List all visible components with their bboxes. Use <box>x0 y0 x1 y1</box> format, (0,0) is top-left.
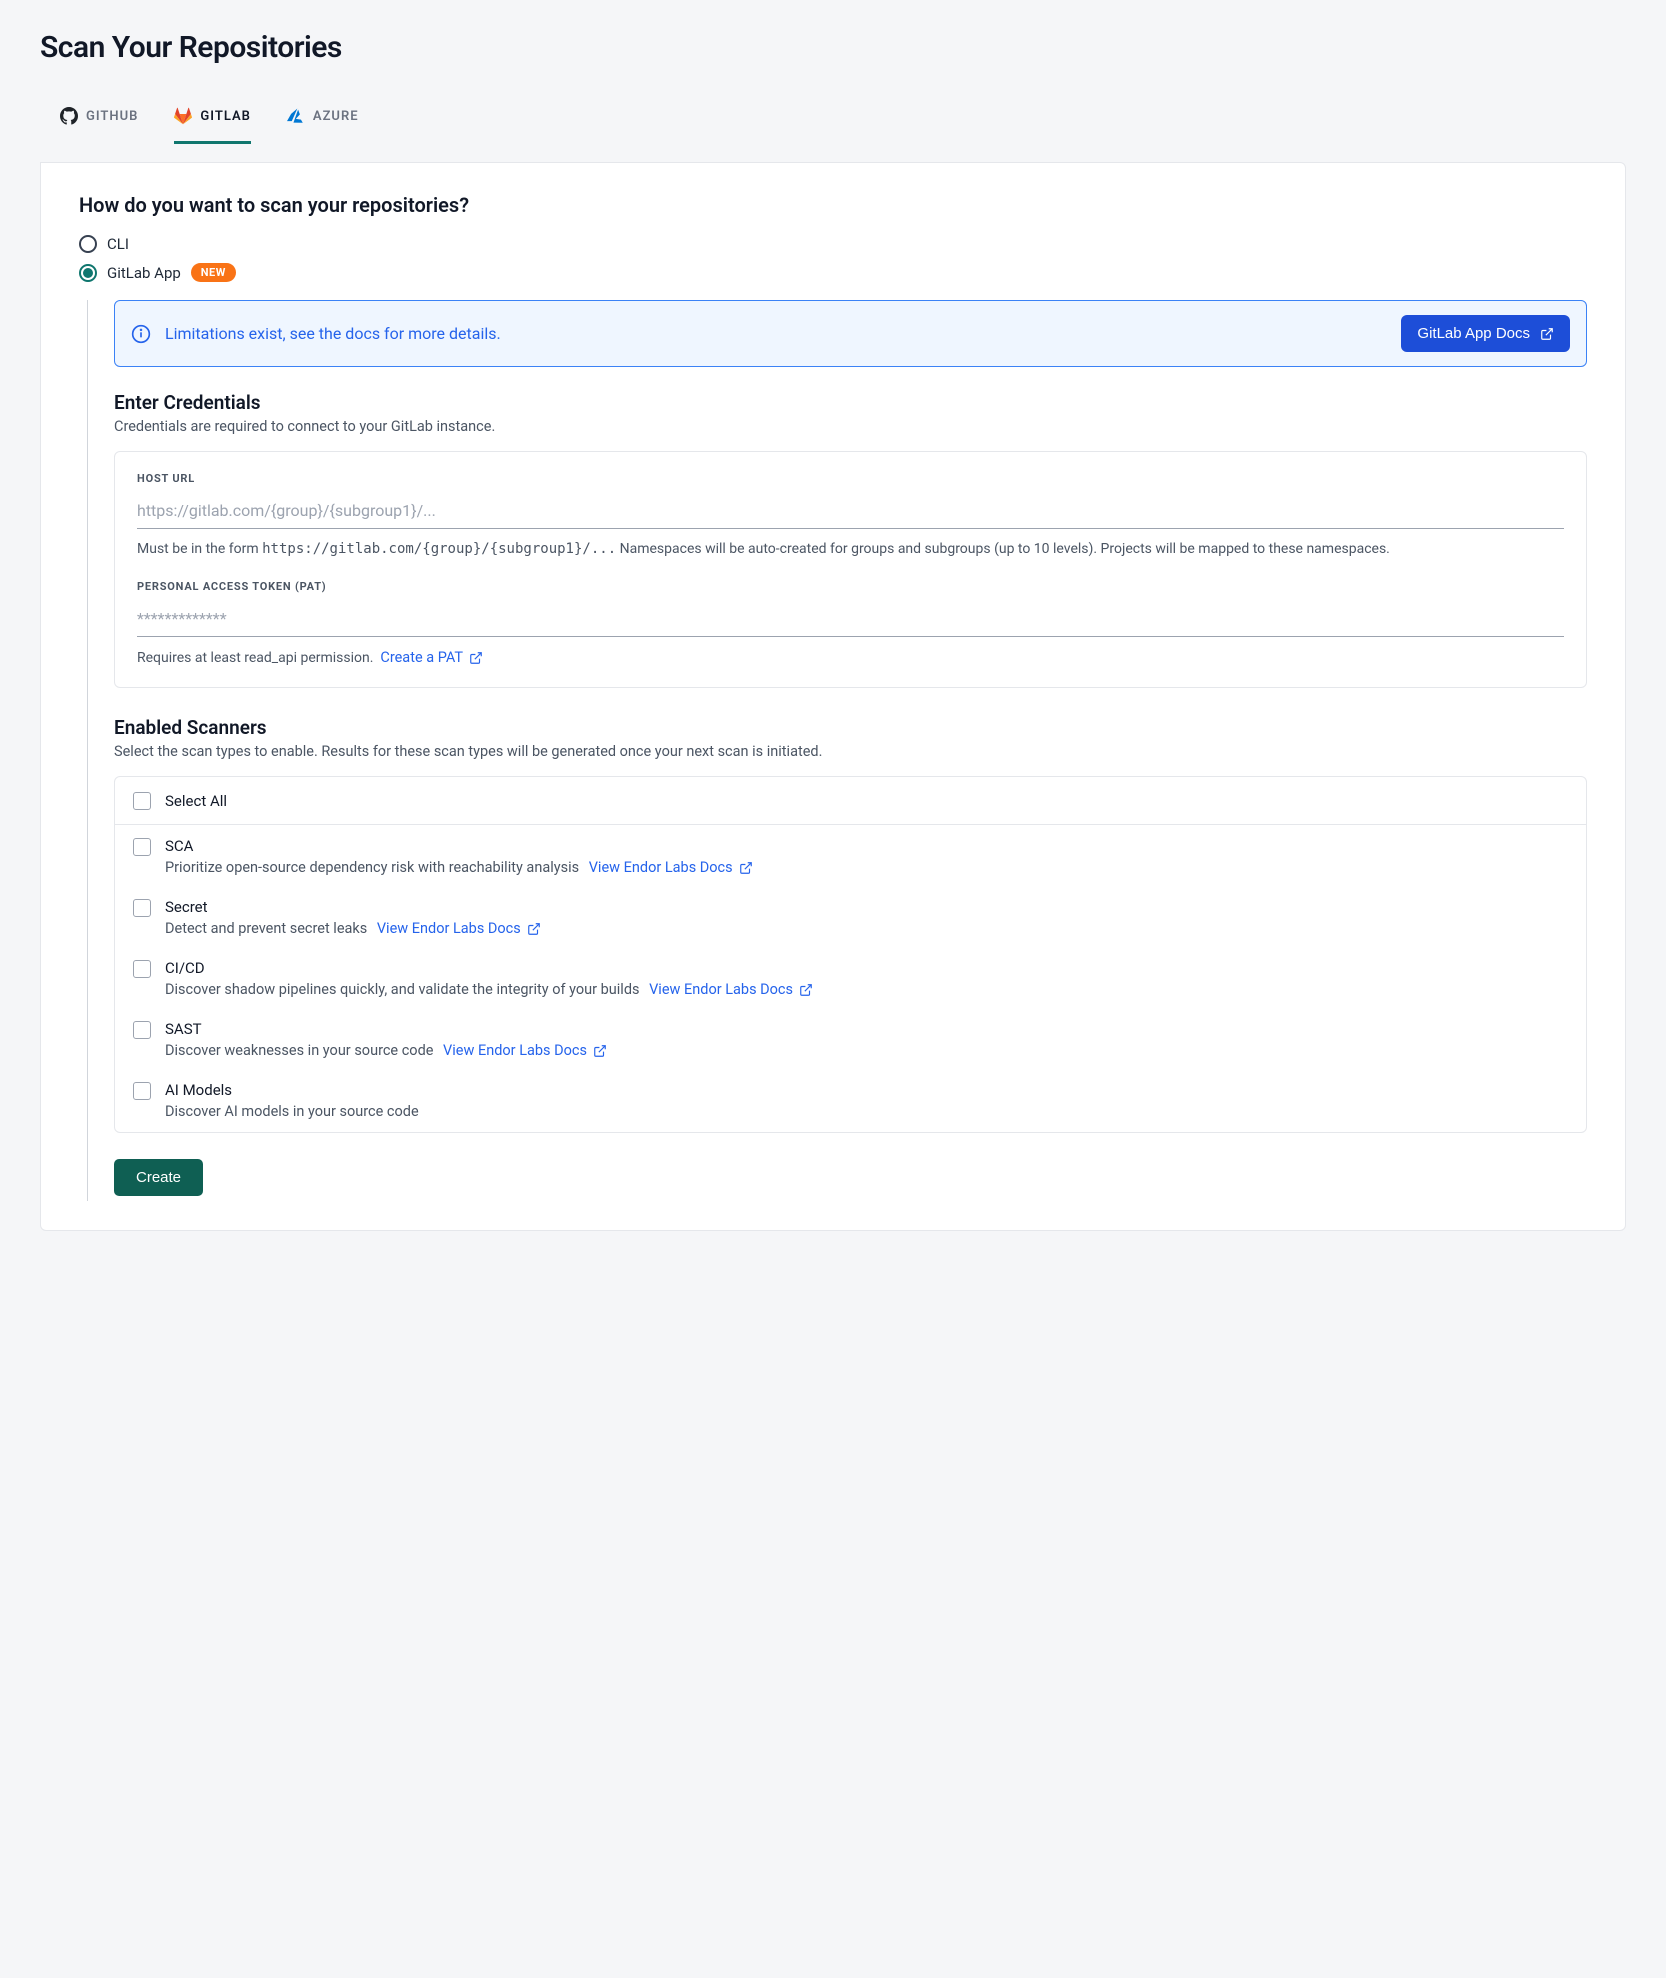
config-card: How do you want to scan your repositorie… <box>40 162 1626 1231</box>
create-pat-link[interactable]: Create a PAT <box>380 647 483 669</box>
pat-label: PERSONAL ACCESS TOKEN (PAT) <box>137 580 1564 593</box>
host-url-input[interactable] <box>137 495 1564 529</box>
scanners-desc: Select the scan types to enable. Results… <box>114 743 1587 760</box>
tab-github[interactable]: GITHUB <box>60 95 138 144</box>
scanner-name: AI Models <box>165 1081 1568 1099</box>
external-link-icon <box>527 922 541 936</box>
view-docs-link[interactable]: View Endor Labs Docs <box>649 981 813 998</box>
scanner-select-all-row: Select All <box>115 777 1586 825</box>
scanners-box: Select All SCA Prioritize open-source dep… <box>114 776 1587 1133</box>
view-docs-link[interactable]: View Endor Labs Docs <box>443 1042 607 1059</box>
external-link-icon <box>1540 327 1554 341</box>
scanner-name: SCA <box>165 837 1568 855</box>
tab-azure[interactable]: AZURE <box>287 95 359 144</box>
scanner-checkbox[interactable] <box>133 960 151 978</box>
credentials-desc: Credentials are required to connect to y… <box>114 418 1587 435</box>
scanner-name: CI/CD <box>165 959 1568 977</box>
gitlab-icon <box>174 107 192 125</box>
scanner-desc: Detect and prevent secret leaks View End… <box>165 920 1568 937</box>
scanner-checkbox[interactable] <box>133 838 151 856</box>
radio-cli-input[interactable] <box>79 235 97 253</box>
external-link-icon <box>739 861 753 875</box>
info-icon <box>131 324 151 344</box>
radio-gitlab-app-label: GitLab App <box>107 264 181 282</box>
credentials-box: HOST URL Must be in the form https://git… <box>114 451 1587 688</box>
provider-tabs: GITHUB GITLAB AZURE <box>40 95 1626 144</box>
scanner-row: CI/CD Discover shadow pipelines quickly, … <box>115 949 1586 1010</box>
scanner-desc: Discover weaknesses in your source code … <box>165 1042 1568 1059</box>
host-url-help: Must be in the form https://gitlab.com/{… <box>137 539 1564 560</box>
view-docs-link[interactable]: View Endor Labs Docs <box>377 920 541 937</box>
radio-cli[interactable]: CLI <box>79 235 1587 253</box>
create-button[interactable]: Create <box>114 1159 203 1196</box>
tab-github-label: GITHUB <box>86 109 138 124</box>
scanner-row: Secret Detect and prevent secret leaks Vi… <box>115 888 1586 949</box>
scanner-desc: Discover shadow pipelines quickly, and v… <box>165 981 1568 998</box>
scanner-checkbox[interactable] <box>133 899 151 917</box>
pat-help: Requires at least read_api permission. C… <box>137 647 1564 669</box>
scanner-desc: Prioritize open-source dependency risk w… <box>165 859 1568 876</box>
scan-method-question: How do you want to scan your repositorie… <box>79 193 1587 217</box>
scan-method-radio-group: CLI GitLab App NEW <box>79 235 1587 282</box>
select-all-label: Select All <box>165 792 227 810</box>
tab-gitlab[interactable]: GITLAB <box>174 95 250 144</box>
new-badge: NEW <box>191 263 236 282</box>
view-docs-link[interactable]: View Endor Labs Docs <box>589 859 753 876</box>
alert-text: Limitations exist, see the docs for more… <box>165 324 1387 343</box>
external-link-icon <box>799 983 813 997</box>
radio-gitlab-app-input[interactable] <box>79 264 97 282</box>
radio-gitlab-app[interactable]: GitLab App NEW <box>79 263 1587 282</box>
scanners-title: Enabled Scanners <box>114 716 1587 739</box>
scanner-desc: Discover AI models in your source code <box>165 1103 1568 1120</box>
scanner-name: SAST <box>165 1020 1568 1038</box>
gitlab-app-docs-button[interactable]: GitLab App Docs <box>1401 315 1570 352</box>
scanner-checkbox[interactable] <box>133 1021 151 1039</box>
scanner-name: Secret <box>165 898 1568 916</box>
radio-cli-label: CLI <box>107 235 129 253</box>
azure-icon <box>287 107 305 125</box>
host-url-label: HOST URL <box>137 472 1564 485</box>
limitations-alert: Limitations exist, see the docs for more… <box>114 300 1587 367</box>
scanner-row: SCA Prioritize open-source dependency ris… <box>115 825 1586 888</box>
scanner-row: AI Models Discover AI models in your sour… <box>115 1071 1586 1132</box>
alert-button-label: GitLab App Docs <box>1417 325 1530 342</box>
pat-input[interactable] <box>137 603 1564 637</box>
tab-azure-label: AZURE <box>313 109 359 124</box>
gitlab-app-config: Limitations exist, see the docs for more… <box>87 300 1587 1196</box>
external-link-icon <box>593 1044 607 1058</box>
select-all-checkbox[interactable] <box>133 792 151 810</box>
scanner-row: SAST Discover weaknesses in your source c… <box>115 1010 1586 1071</box>
github-icon <box>60 107 78 125</box>
external-link-icon <box>469 651 483 665</box>
tab-gitlab-label: GITLAB <box>200 109 250 124</box>
scanner-checkbox[interactable] <box>133 1082 151 1100</box>
page-title: Scan Your Repositories <box>40 30 1626 65</box>
credentials-title: Enter Credentials <box>114 391 1587 414</box>
